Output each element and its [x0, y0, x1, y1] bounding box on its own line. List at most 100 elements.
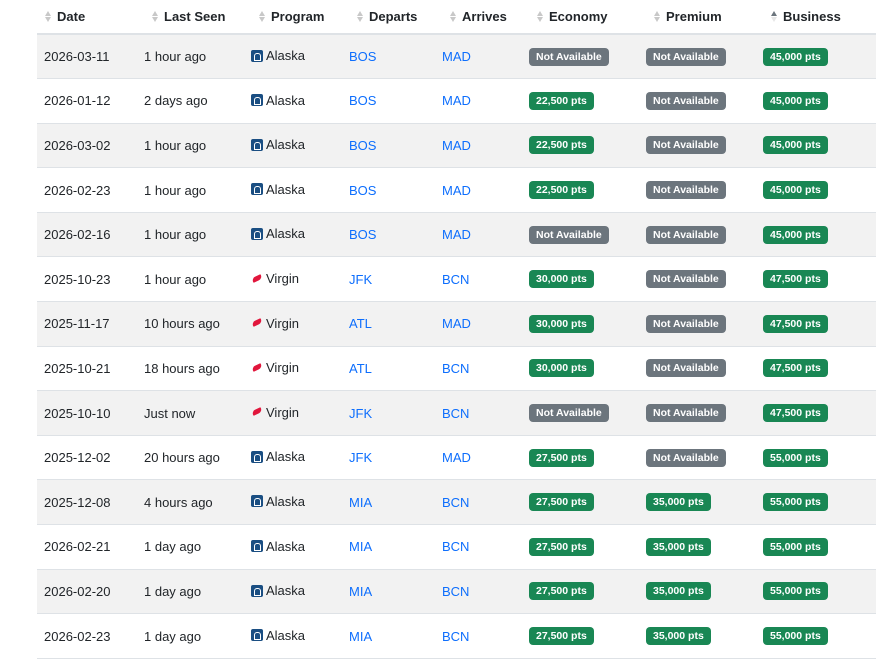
- arrives-cell: MAD: [442, 123, 529, 169]
- table-row[interactable]: 2025-12-02 20 hours ago Alaska JFK MAD 27,500…: [37, 435, 876, 481]
- sort-icon[interactable]: [150, 11, 160, 22]
- economy-cell: 22,500 pts: [529, 123, 646, 169]
- last-seen-cell: 1 day ago: [144, 524, 251, 570]
- business-cell: 55,000 pts: [763, 435, 876, 481]
- business-cell: 47,500 pts: [763, 346, 876, 392]
- premium-badge: 35,000 pts: [646, 582, 711, 601]
- arrives-airport-link[interactable]: BCN: [442, 495, 469, 510]
- table-row[interactable]: 2025-10-21 18 hours ago Virgin ATL BCN 30,000…: [37, 346, 876, 392]
- premium-badge: Not Available: [646, 448, 726, 467]
- premium-badge: Not Available: [646, 314, 726, 333]
- arrives-airport-link[interactable]: MAD: [442, 450, 471, 465]
- table-row[interactable]: 2025-10-10 Just now Virgin JFK BCN Not Availa…: [37, 390, 876, 436]
- arrives-airport-link[interactable]: BCN: [442, 272, 469, 287]
- departs-airport-link[interactable]: BOS: [349, 138, 376, 153]
- departs-cell: MIA: [349, 569, 442, 615]
- departs-airport-link[interactable]: ATL: [349, 361, 372, 376]
- column-header-economy[interactable]: Economy: [529, 0, 646, 35]
- table-row[interactable]: 2025-11-17 10 hours ago Virgin ATL MAD 30,000…: [37, 301, 876, 347]
- table-row[interactable]: 2026-02-23 1 hour ago Alaska BOS MAD 22,500 p…: [37, 167, 876, 213]
- arrives-airport-link[interactable]: MAD: [442, 183, 471, 198]
- departs-cell: MIA: [349, 524, 442, 570]
- arrives-airport-link[interactable]: MAD: [442, 138, 471, 153]
- premium-badge: 35,000 pts: [646, 537, 711, 556]
- last-seen-cell: 1 hour ago: [144, 212, 251, 258]
- arrives-airport-link[interactable]: BCN: [442, 539, 469, 554]
- business-badge: 47,500 pts: [763, 270, 828, 289]
- last-seen-cell: 2 days ago: [144, 78, 251, 124]
- table-row[interactable]: 2025-12-08 4 hours ago Alaska MIA BCN 27,500 …: [37, 479, 876, 526]
- table-row[interactable]: 2026-02-23 1 day ago Alaska MIA BCN 27,500 pt…: [37, 613, 876, 659]
- table-body: 2026-03-11 1 hour ago Alaska BOS MAD Not Avai…: [37, 34, 876, 659]
- departs-airport-link[interactable]: JFK: [349, 272, 372, 287]
- table-row[interactable]: 2026-01-12 2 days ago Alaska BOS MAD 22,500 p…: [37, 78, 876, 124]
- arrives-airport-link[interactable]: MAD: [442, 316, 471, 331]
- departs-airport-link[interactable]: BOS: [349, 49, 376, 64]
- last-seen-cell: 1 hour ago: [144, 167, 251, 213]
- economy-badge: 27,500 pts: [529, 582, 594, 601]
- premium-cell: 35,000 pts: [646, 479, 763, 526]
- date-cell: 2025-10-10: [37, 390, 144, 436]
- sort-icon[interactable]: [535, 11, 545, 22]
- sort-icon[interactable]: [43, 11, 53, 22]
- program-name: Virgin: [266, 271, 300, 287]
- arrives-airport-link[interactable]: BCN: [442, 629, 469, 644]
- arrives-cell: BCN: [442, 613, 529, 659]
- column-header-premium[interactable]: Premium: [646, 0, 763, 35]
- program-name: Alaska: [266, 493, 306, 509]
- premium-cell: Not Available: [646, 123, 763, 169]
- arrives-cell: BCN: [442, 256, 529, 303]
- arrives-airport-link[interactable]: MAD: [442, 49, 471, 64]
- arrives-cell: MAD: [442, 167, 529, 213]
- table-row[interactable]: 2025-10-23 1 hour ago Virgin JFK BCN 30,000 p…: [37, 256, 876, 303]
- departs-airport-link[interactable]: JFK: [349, 450, 372, 465]
- departs-airport-link[interactable]: MIA: [349, 629, 372, 644]
- departs-airport-link[interactable]: BOS: [349, 93, 376, 108]
- sort-icon[interactable]: [769, 11, 779, 22]
- table-row[interactable]: 2026-02-21 1 day ago Alaska MIA BCN 27,500 pt…: [37, 524, 876, 570]
- program-name: Alaska: [266, 226, 306, 242]
- arrives-airport-link[interactable]: BCN: [442, 406, 469, 421]
- premium-cell: Not Available: [646, 212, 763, 258]
- column-header-last-seen[interactable]: Last Seen: [144, 0, 251, 35]
- departs-cell: BOS: [349, 34, 442, 80]
- departs-airport-link[interactable]: BOS: [349, 227, 376, 242]
- business-cell: 55,000 pts: [763, 569, 876, 615]
- column-header-arrives[interactable]: Arrives: [442, 0, 529, 35]
- table-row[interactable]: 2026-02-20 1 day ago Alaska MIA BCN 27,500 pt…: [37, 569, 876, 615]
- sort-icon[interactable]: [355, 11, 365, 22]
- column-header-departs[interactable]: Departs: [349, 0, 442, 35]
- last-seen-cell: 1 day ago: [144, 613, 251, 659]
- departs-airport-link[interactable]: MIA: [349, 539, 372, 554]
- arrives-airport-link[interactable]: BCN: [442, 361, 469, 376]
- column-header-date[interactable]: Date: [37, 0, 144, 35]
- arrives-airport-link[interactable]: MAD: [442, 93, 471, 108]
- premium-cell: 35,000 pts: [646, 613, 763, 659]
- departs-airport-link[interactable]: ATL: [349, 316, 372, 331]
- departs-airport-link[interactable]: MIA: [349, 495, 372, 510]
- table-row[interactable]: 2026-02-16 1 hour ago Alaska BOS MAD Not Avai…: [37, 212, 876, 258]
- departs-airport-link[interactable]: BOS: [349, 183, 376, 198]
- alaska-logo-icon: [251, 495, 263, 508]
- column-header-program[interactable]: Program: [251, 0, 349, 35]
- business-cell: 47,500 pts: [763, 390, 876, 436]
- departs-cell: BOS: [349, 167, 442, 213]
- program-name: Virgin: [266, 360, 300, 376]
- premium-cell: Not Available: [646, 390, 763, 436]
- departs-airport-link[interactable]: MIA: [349, 584, 372, 599]
- program-name: Alaska: [266, 48, 306, 64]
- program-name: Virgin: [266, 404, 300, 420]
- program-name: Alaska: [266, 583, 306, 599]
- program-cell: Virgin: [251, 390, 349, 436]
- table-row[interactable]: 2026-03-11 1 hour ago Alaska BOS MAD Not Avai…: [37, 34, 876, 80]
- sort-icon[interactable]: [448, 11, 458, 22]
- sort-icon[interactable]: [652, 11, 662, 22]
- sort-icon[interactable]: [257, 11, 267, 22]
- alaska-logo-icon: [251, 629, 263, 642]
- column-header-business[interactable]: Business: [763, 0, 876, 35]
- table-row[interactable]: 2026-03-02 1 hour ago Alaska BOS MAD 22,500 p…: [37, 123, 876, 169]
- business-badge: 45,000 pts: [763, 225, 828, 244]
- arrives-airport-link[interactable]: BCN: [442, 584, 469, 599]
- departs-airport-link[interactable]: JFK: [349, 406, 372, 421]
- arrives-airport-link[interactable]: MAD: [442, 227, 471, 242]
